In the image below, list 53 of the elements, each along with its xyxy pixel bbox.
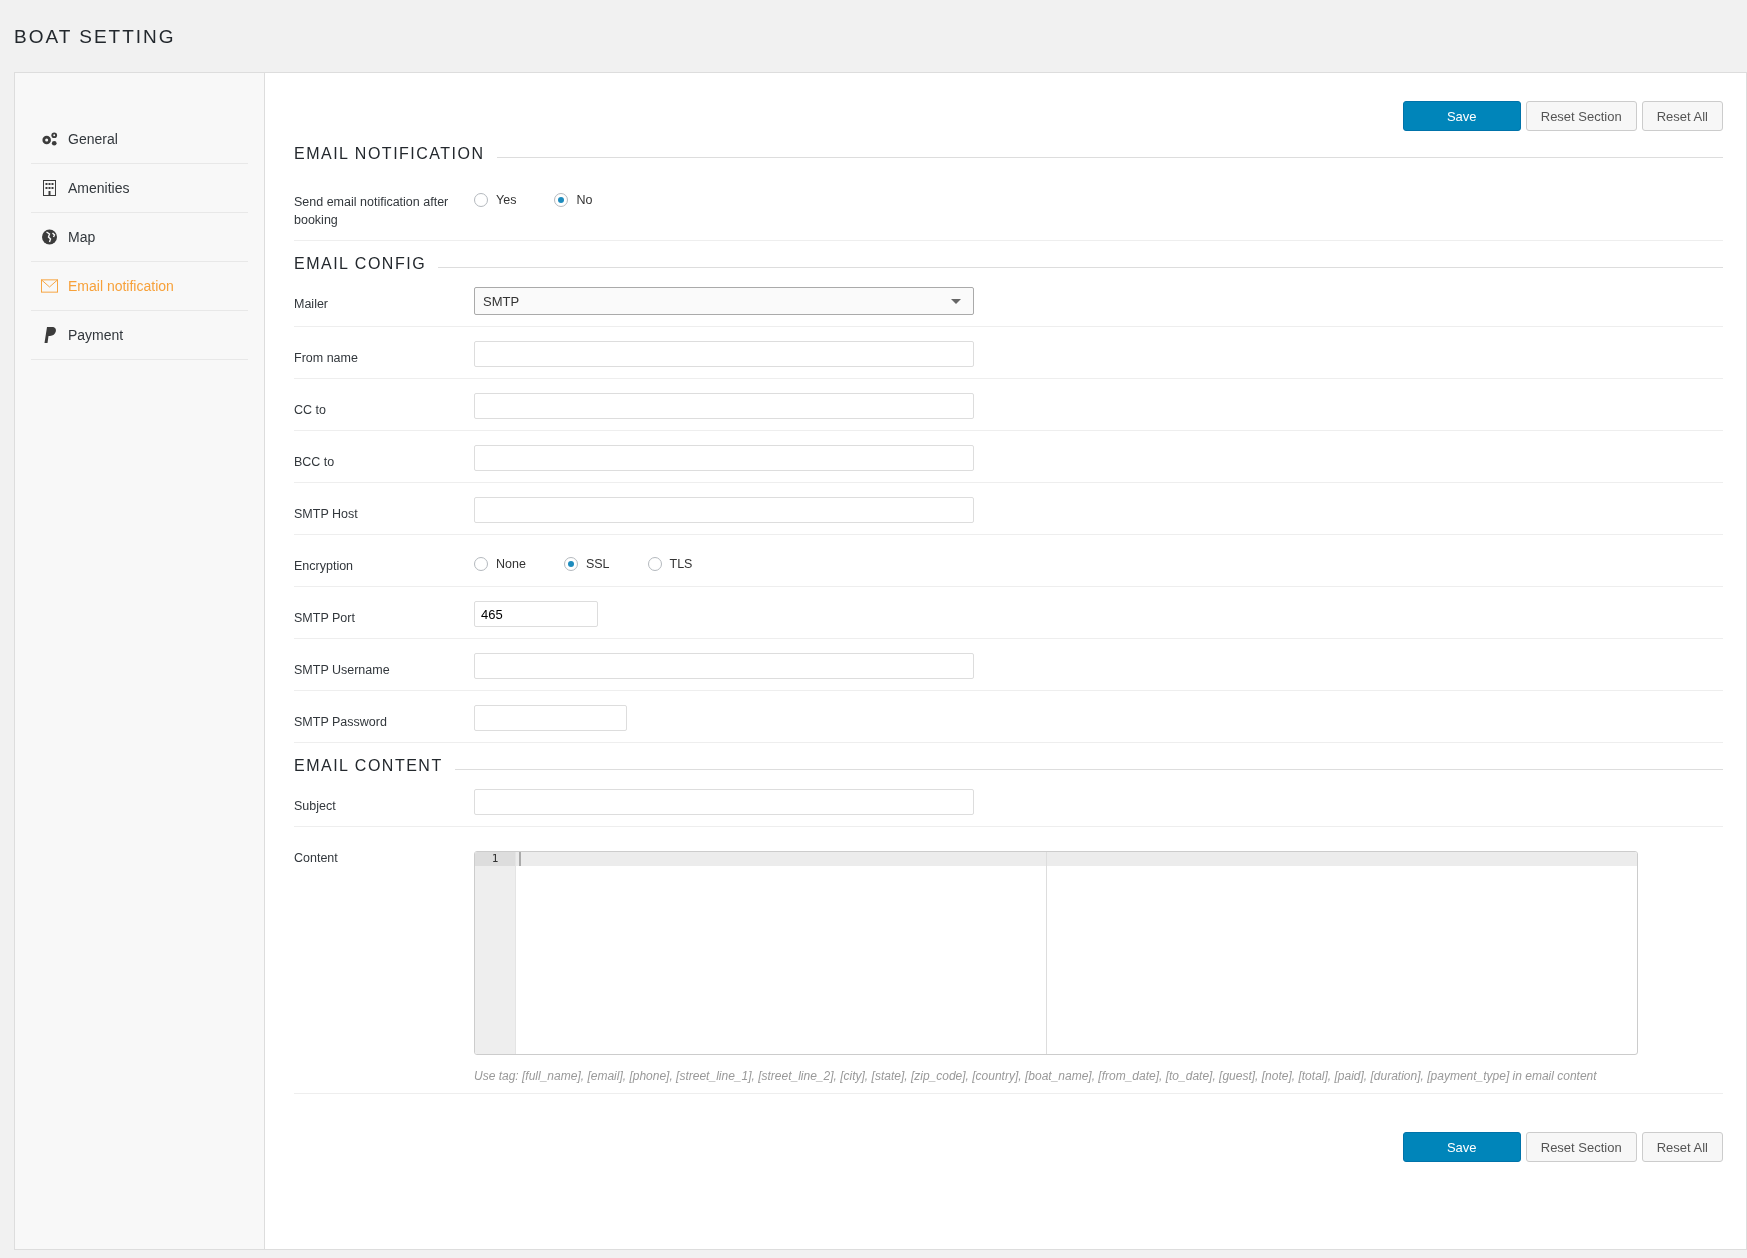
password-field[interactable] bbox=[474, 705, 627, 731]
line-number: 1 bbox=[475, 852, 515, 866]
input-field[interactable] bbox=[474, 445, 974, 471]
field-label: CC to bbox=[294, 402, 327, 419]
globe-icon bbox=[41, 229, 58, 245]
hint-text: Use tag: [full_name], [email], [phone], [street_line_1], [street_line_2], [city], [state], [zip_code], [country], [boat_name], [from_date], [to_date], [guest], [note], [total], [paid], [duration], [payment_type] in email content bbox=[474, 1068, 1598, 1085]
radio-button[interactable] bbox=[647, 557, 662, 571]
reset-button[interactable]: Reset Section bbox=[1525, 1132, 1637, 1162]
field-label: Send email notification after booking bbox=[294, 194, 450, 229]
radio-label: Yes bbox=[496, 193, 517, 207]
sidebar-item[interactable]: General bbox=[31, 115, 248, 164]
radio-button[interactable] bbox=[554, 193, 569, 207]
sidebar-item[interactable]: Amenities bbox=[31, 164, 248, 213]
radio-label: SSL bbox=[585, 557, 610, 571]
save-button[interactable]: Save bbox=[1402, 101, 1521, 131]
code-editor[interactable]: 1 bbox=[474, 851, 1638, 1055]
radio-button[interactable] bbox=[474, 193, 488, 207]
reset-button[interactable]: Reset All bbox=[1641, 1132, 1723, 1162]
radio-label: No bbox=[576, 193, 593, 207]
page-title: BOAT SETTING bbox=[14, 25, 177, 49]
caret-icon bbox=[951, 298, 961, 304]
input-field[interactable] bbox=[474, 497, 974, 523]
field-label: SMTP Port bbox=[294, 610, 356, 627]
field-label: Encryption bbox=[294, 558, 355, 575]
reset-button[interactable]: Reset All bbox=[1641, 101, 1723, 131]
input-field[interactable] bbox=[474, 393, 974, 419]
input-field[interactable]: 465 bbox=[474, 601, 598, 627]
reset-button[interactable]: Reset Section bbox=[1525, 101, 1637, 131]
sidebar-item[interactable]: Map bbox=[31, 213, 248, 262]
envelope-icon bbox=[41, 278, 58, 294]
input-field[interactable] bbox=[474, 341, 974, 367]
radio-button[interactable] bbox=[563, 557, 578, 571]
save-button[interactable]: Save bbox=[1402, 1132, 1521, 1162]
field-label: Content bbox=[294, 850, 339, 867]
sidebar-item[interactable]: Payment bbox=[31, 311, 248, 360]
field-label: SMTP Host bbox=[294, 506, 359, 523]
building-icon bbox=[41, 180, 58, 196]
field-label: From name bbox=[294, 350, 359, 367]
field-label: SMTP Username bbox=[294, 662, 391, 679]
radio-label: None bbox=[496, 557, 526, 571]
field-label: BCC to bbox=[294, 454, 336, 471]
radio-label: TLS bbox=[669, 557, 693, 571]
section-title: EMAIL CONTENT bbox=[294, 757, 443, 775]
input-field[interactable] bbox=[474, 789, 974, 815]
field-label: Subject bbox=[294, 798, 337, 815]
section-title: EMAIL NOTIFICATION bbox=[294, 145, 485, 163]
input-field[interactable] bbox=[474, 653, 974, 679]
radio-button[interactable] bbox=[474, 557, 488, 571]
mailer-dropdown[interactable]: SMTP bbox=[474, 287, 974, 315]
section-title: EMAIL CONFIG bbox=[294, 255, 427, 273]
field-label: SMTP Password bbox=[294, 714, 388, 731]
gears-icon bbox=[41, 131, 58, 147]
field-label: Mailer bbox=[294, 296, 330, 313]
